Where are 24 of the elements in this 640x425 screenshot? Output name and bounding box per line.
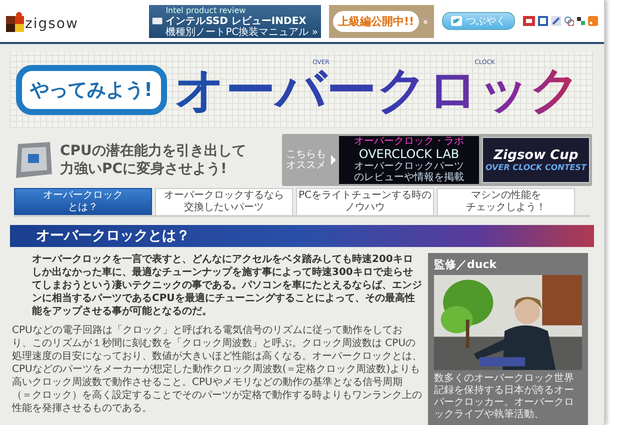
tagline: 力強いPCに変身させよう! (60, 160, 228, 178)
tagline: CPUの潜在能力を引き出して (60, 142, 247, 160)
pencil-icon[interactable] (551, 16, 561, 26)
recommend-label: こちらも オススメ (285, 149, 327, 171)
link-icon[interactable] (564, 16, 574, 26)
lead-paragraph: オーバークロックを一言で表すと、どんなにアクセルをベタ踏みしても時速200キロしか出なかった車に、最適なチューンナップを施す事によって時速300キロで走らせてしまおうという凄いテクニックの事である。パソコンを車にたとえるならば、エンジンに相当するパーツであるCPUを最適にチューニングすることによって、その最高性能をアップさせる事が可能となるのだ。 (32, 253, 422, 318)
nav-tab[interactable]: オーバークロックするなら 交換したいパーツ (155, 188, 293, 215)
contest-banner[interactable]: Zigsow Cup OVER CLOCK CONTEST (482, 137, 590, 183)
puzzle-logo-icon (6, 10, 24, 32)
lab-banner[interactable]: オーバークロック・ラボ OVERCLOCK LAB オーバークロックパーツのレビューや情報を掲載 (339, 136, 479, 184)
bookmark-icon[interactable] (538, 16, 548, 26)
site-logo[interactable]: zigsow (25, 16, 78, 32)
nav-tab[interactable]: PCをライトチューンする時の ノウハウ (296, 188, 434, 215)
card-title: 監修／duck (434, 257, 498, 272)
section-heading: オーバークロックとは？ (10, 225, 594, 247)
bird-icon (451, 16, 462, 26)
nav-tab[interactable]: マシンの性能を チェックしよう！ (437, 188, 575, 215)
hero-badge: やってみよう! (16, 65, 167, 115)
ssd-review-banner[interactable]: Intel product review インテルSSD レビューINDEX 機種別ノートPC換装マニュアル » (149, 4, 321, 38)
share-icon[interactable] (523, 16, 535, 26)
card-caption: 数多くのオーバークロック世界記録を保持する日本が誇るオーバークロッカー。オーバークロックライブや執筆活動、 (434, 373, 575, 421)
squares-icon[interactable] (577, 17, 585, 25)
nav-tab[interactable]: オーバークロック とは？ (14, 188, 152, 215)
body-paragraph: CPUなどの電子回路は「クロック」と呼ばれる電気信号のリズムに従って動作をしており、このリズムが１秒間に刻む数を「クロック周波数」と呼ぶ。クロック周波数は CPUの処理速度の目安になっており、数値が大きいほど性能は高くなる。オーバークロックとは、CPUなどのパーツをメーカーが想定した動作クロック周波数(＝定格クロック周波数)よりも高いクロック周波数で動作させること。CPUやメモリなどの動作の基準となる信号周期（＝クロック）を高く設定することでそのパーツが定格で動作する時よりもワンランク上の性能を発揮させるものである。 (12, 324, 422, 415)
